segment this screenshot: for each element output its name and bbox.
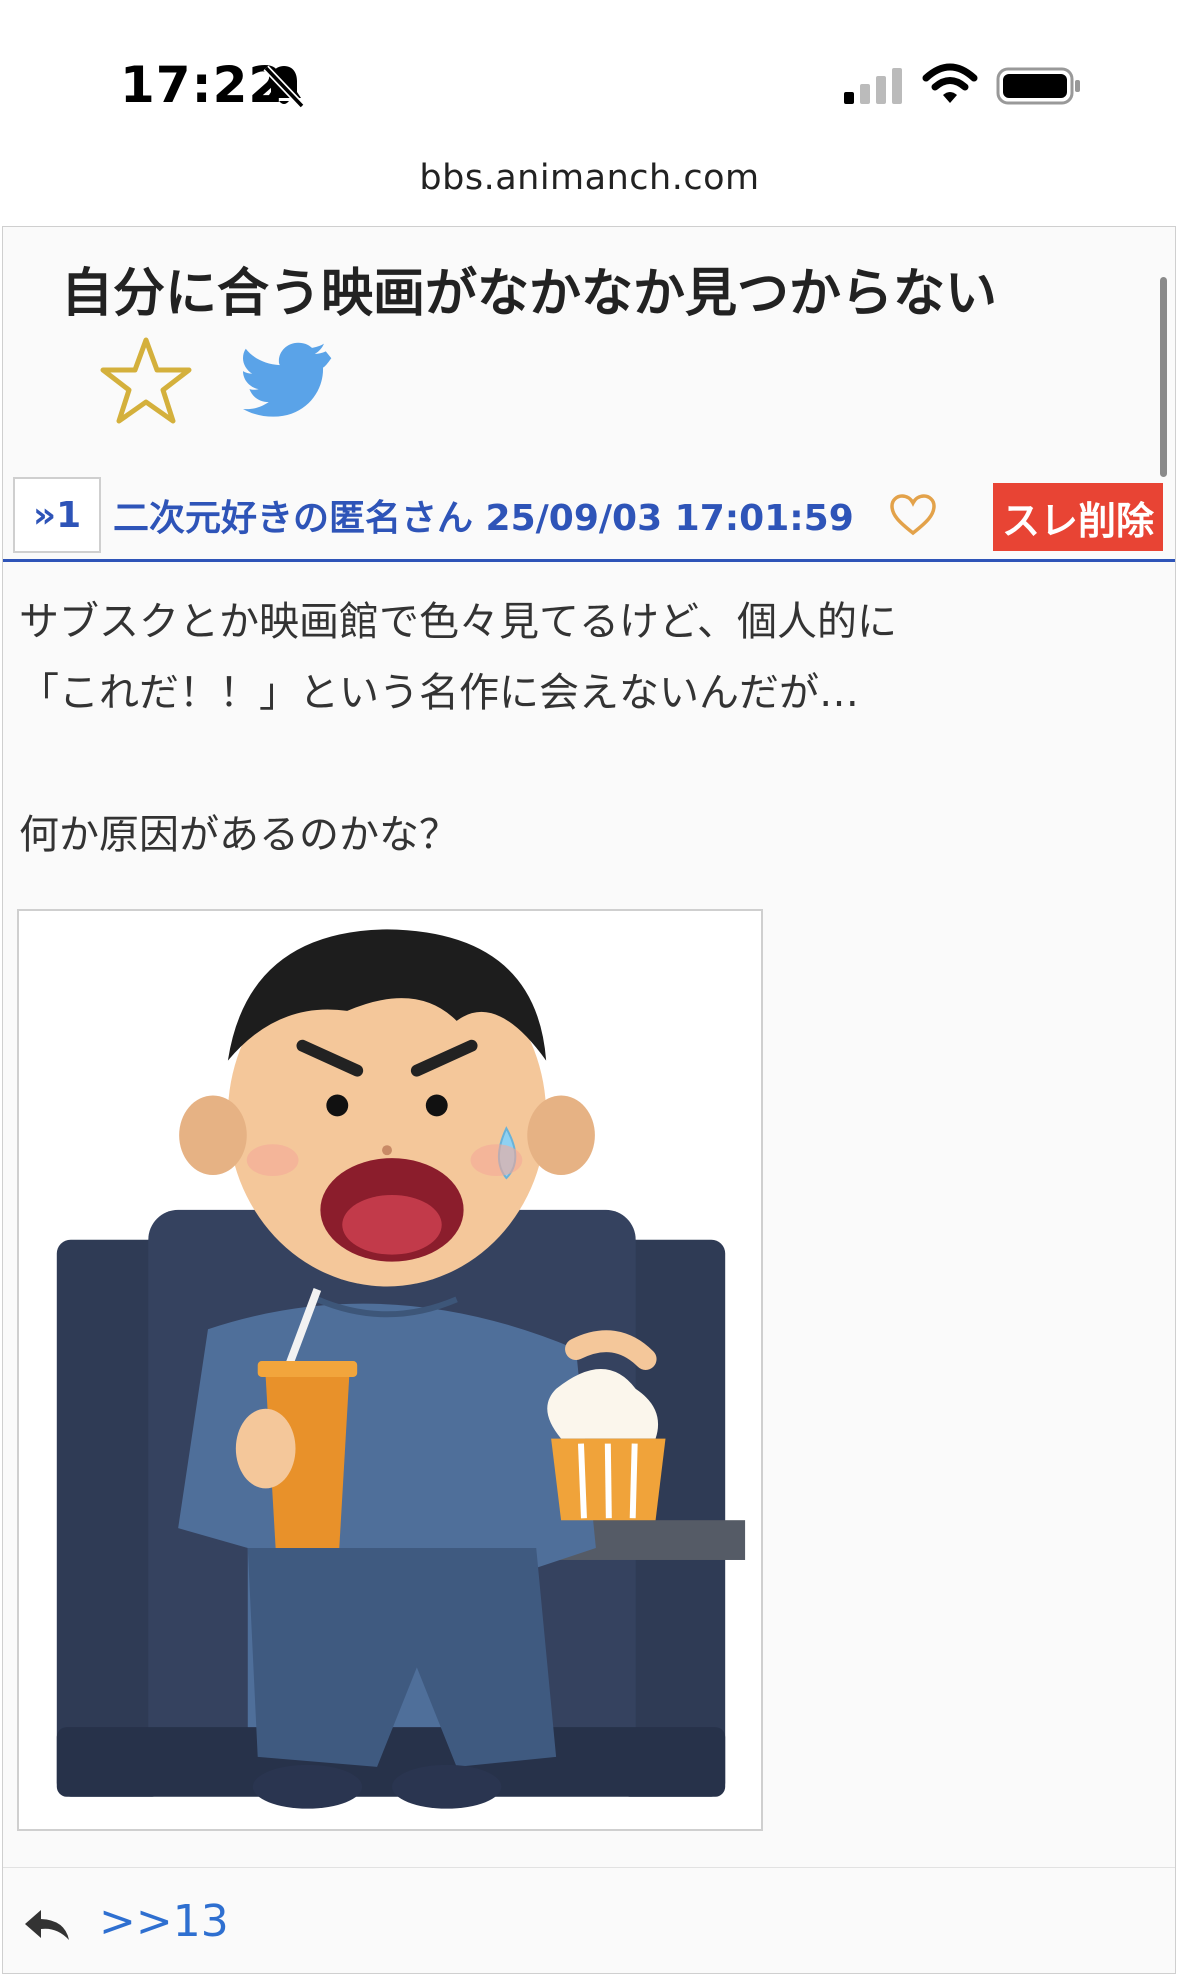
star-icon[interactable] [99,335,193,425]
post-body: サブスクとか映画館で色々見てるけど、個人的に 「これだ！！」という名作に会えない… [19,587,1149,871]
status-bar: 17:22 [0,0,1179,150]
poster-meta: 二次元好きの匿名さん 25/09/03 17:01:59 [113,498,854,539]
twitter-icon[interactable] [243,341,335,419]
post-body-line [19,729,1149,800]
post-footer: >>13 [3,1867,1175,1973]
post-header: »1 二次元好きの匿名さん 25/09/03 17:01:59 スレ削除 [3,475,1175,562]
post-number[interactable]: »1 [13,477,101,553]
signal-icon [844,68,902,104]
reply-count-link[interactable]: >>13 [99,1896,229,1947]
post-image[interactable] [17,909,763,1831]
delete-thread-button[interactable]: スレ削除 [993,483,1163,551]
scrollbar[interactable] [1160,277,1167,477]
movie-watcher-illustration [56,929,746,1809]
post-body-line: 何か原因があるのかな？ [19,812,459,858]
post-body-line: 「これだ！！」という名作に会えないんだが… [19,670,859,716]
heart-icon[interactable] [889,493,937,537]
status-time: 17:22 [120,56,285,114]
reply-icon[interactable] [23,1908,71,1942]
post-body-line: サブスクとか映画館で色々見てるけど、個人的に [19,599,897,645]
thread-page: 自分に合う映画がなかなか見つからない »1 二次元好きの匿名さん 25/09/0… [2,226,1176,1974]
thread-title: 自分に合う映画がなかなか見つからない [61,264,998,324]
battery-icon [996,67,1080,105]
bell-slash-icon [263,65,305,109]
wifi-icon [922,63,978,103]
url-bar[interactable]: bbs.animanch.com [0,158,1179,198]
